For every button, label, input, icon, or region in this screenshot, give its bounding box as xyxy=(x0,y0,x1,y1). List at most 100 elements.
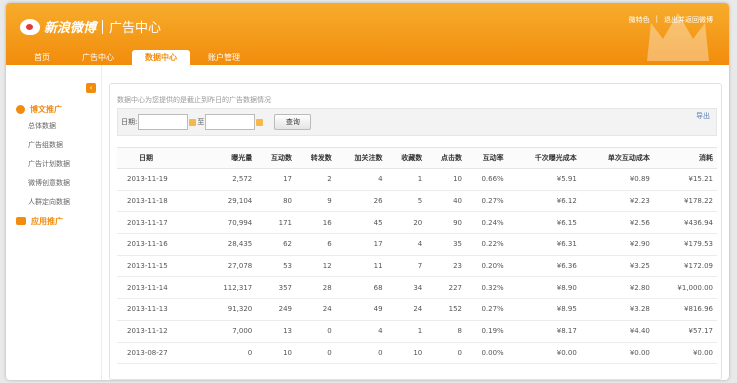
table-cell: 2013-11-17 xyxy=(117,211,204,235)
table-cell: 0.19% xyxy=(465,320,508,343)
table-cell: 6 xyxy=(295,233,336,256)
user-link[interactable]: 微特色 xyxy=(629,15,650,25)
table-cell: 0 xyxy=(426,342,466,365)
table-cell: 2013-11-16 xyxy=(117,233,204,256)
table-cell: 8 xyxy=(426,320,466,343)
logo[interactable]: 新浪微博 广告中心 xyxy=(20,17,161,36)
sidebar: ‹ 博文推广 总体数据 广告组数据 广告计划数据 微博创意数据 人群定向数据 应… xyxy=(6,65,102,380)
sidebar-section-weibo-promo[interactable]: 博文推广 xyxy=(16,101,96,117)
table-cell: 23 xyxy=(426,255,466,278)
table-cell: 10 xyxy=(386,342,427,365)
table-cell: 0.27% xyxy=(465,190,508,213)
start-date-input[interactable] xyxy=(138,114,189,130)
sidebar-item-ad-group[interactable]: 广告组数据 xyxy=(16,136,96,155)
table-cell: 35 xyxy=(426,233,466,256)
table-cell: 28 xyxy=(295,276,336,300)
table-cell: 4 xyxy=(335,320,387,343)
tab-ad-center[interactable]: 广告中心 xyxy=(68,50,128,65)
table-cell: 227 xyxy=(426,276,466,300)
table-cell: 0.66% xyxy=(465,168,508,191)
table-cell: 1 xyxy=(386,168,427,191)
table-cell: 0 xyxy=(203,342,257,365)
column-header: 点击数 xyxy=(426,147,466,169)
table-cell: 0.24% xyxy=(465,211,508,235)
table-cell: 2013-11-13 xyxy=(117,298,204,321)
tab-account[interactable]: 账户管理 xyxy=(194,50,254,65)
table-body: 2013-11-19 2,572 17 2 4 1 10 0.66% ¥5.91 ¥0.89 ¥15… xyxy=(117,168,717,365)
table-cell: 0.20% xyxy=(465,255,508,278)
table-cell: 49 xyxy=(335,298,387,321)
main-panel: 数据中心为您提供的是截止到昨日的广告数据情况 日期: 至 查询 导出 日期 曝光量… xyxy=(109,83,722,380)
tab-data-center[interactable]: 数据中心 xyxy=(132,50,190,65)
logo-divider xyxy=(102,19,104,34)
table-cell: ¥8.90 xyxy=(507,276,581,300)
table-cell: 10 xyxy=(426,168,466,191)
table-cell: ¥3.28 xyxy=(580,298,654,321)
query-button[interactable]: 查询 xyxy=(274,114,312,130)
table-cell: ¥178.22 xyxy=(653,190,717,213)
sidebar-item-creative[interactable]: 微博创意数据 xyxy=(16,174,96,193)
table-cell: 0.00% xyxy=(465,342,508,365)
calendar-icon[interactable] xyxy=(189,118,197,126)
app-window: 新浪微博 广告中心 微特色 | 退出并返回微博 首页 广告中心 数据中心 账户管… xyxy=(6,3,729,380)
sidebar-item-ad-plan[interactable]: 广告计划数据 xyxy=(16,155,96,174)
table-row: 2013-11-18 29,104 80 9 26 5 40 0.27% ¥6.12 ¥2.23 ¥… xyxy=(117,190,717,213)
table-cell: ¥179.53 xyxy=(653,233,717,256)
table-cell: 26 xyxy=(335,190,387,213)
sidebar-menu: 博文推广 总体数据 广告组数据 广告计划数据 微博创意数据 人群定向数据 应用推… xyxy=(16,101,96,229)
column-header: 转发数 xyxy=(295,147,336,169)
sidebar-item-overall[interactable]: 总体数据 xyxy=(16,117,96,136)
table-cell: 17 xyxy=(335,233,387,256)
table-cell: 70,994 xyxy=(203,211,257,235)
table-cell: 68 xyxy=(335,276,387,300)
sidebar-section-app-promo[interactable]: 应用推广 xyxy=(16,213,96,229)
section-title: 博文推广 xyxy=(30,104,62,114)
column-header: 消耗 xyxy=(653,147,717,169)
table-cell: ¥2.90 xyxy=(580,233,654,256)
table-cell: ¥0.00 xyxy=(653,342,717,365)
exit-link[interactable]: 退出并返回微博 xyxy=(664,15,713,25)
calendar-icon[interactable] xyxy=(256,118,264,126)
sidebar-item-targeting[interactable]: 人群定向数据 xyxy=(16,193,96,212)
tab-home[interactable]: 首页 xyxy=(20,50,64,65)
table-cell: 0.27% xyxy=(465,298,508,321)
column-header: 互动数 xyxy=(256,147,296,169)
table-cell: 2013-11-18 xyxy=(117,190,204,213)
logo-name: 新浪微博 xyxy=(44,21,97,36)
table-cell: 0 xyxy=(295,320,336,343)
table-cell: 0.32% xyxy=(465,276,508,300)
table-cell: ¥2.56 xyxy=(580,211,654,235)
table-cell: 7,000 xyxy=(203,320,257,343)
column-header: 收藏数 xyxy=(386,147,427,169)
table-cell: ¥436.94 xyxy=(653,211,717,235)
table-cell: 2013-08-27 xyxy=(117,342,204,365)
column-header: 千次曝光成本 xyxy=(507,147,581,169)
table-row: 2013-11-14 112,317 357 28 68 34 227 0.32% ¥8.90 ¥… xyxy=(117,276,717,300)
table-cell: 2013-11-19 xyxy=(117,168,204,191)
collapse-sidebar-icon[interactable]: ‹ xyxy=(86,83,96,93)
table-cell: ¥57.17 xyxy=(653,320,717,343)
table-cell: 0 xyxy=(295,342,336,365)
table-row: 2013-11-16 28,435 62 6 17 4 35 0.22% ¥6.31 ¥2.90 ¥… xyxy=(117,233,717,256)
top-links: 微特色 | 退出并返回微博 xyxy=(629,15,713,25)
end-date-input[interactable] xyxy=(205,114,256,130)
table-row: 2013-08-27 0 10 0 0 10 0 0.00% ¥0.00 ¥0.00 ¥0.00 xyxy=(117,342,717,365)
table-cell: 45 xyxy=(335,211,387,235)
table-cell: ¥172.09 xyxy=(653,255,717,278)
column-header: 日期 xyxy=(117,147,204,169)
table-cell: 34 xyxy=(386,276,427,300)
table-cell: 4 xyxy=(335,168,387,191)
table-cell: ¥15.21 xyxy=(653,168,717,191)
table-cell: 171 xyxy=(256,211,296,235)
table-cell: ¥0.00 xyxy=(580,342,654,365)
table-cell: ¥2.80 xyxy=(580,276,654,300)
table-cell: 2 xyxy=(295,168,336,191)
table-row: 2013-11-15 27,078 53 12 11 7 23 0.20% ¥6.36 ¥3.25… xyxy=(117,255,717,278)
table-cell: 357 xyxy=(256,276,296,300)
export-link[interactable]: 导出 xyxy=(696,111,710,121)
table-row: 2013-11-17 70,994 171 16 45 20 90 0.24% ¥6.15 ¥2.… xyxy=(117,211,717,235)
table-cell: ¥8.95 xyxy=(507,298,581,321)
weibo-logo-icon xyxy=(20,18,40,35)
table-cell: 24 xyxy=(295,298,336,321)
table-cell: ¥0.00 xyxy=(507,342,581,365)
